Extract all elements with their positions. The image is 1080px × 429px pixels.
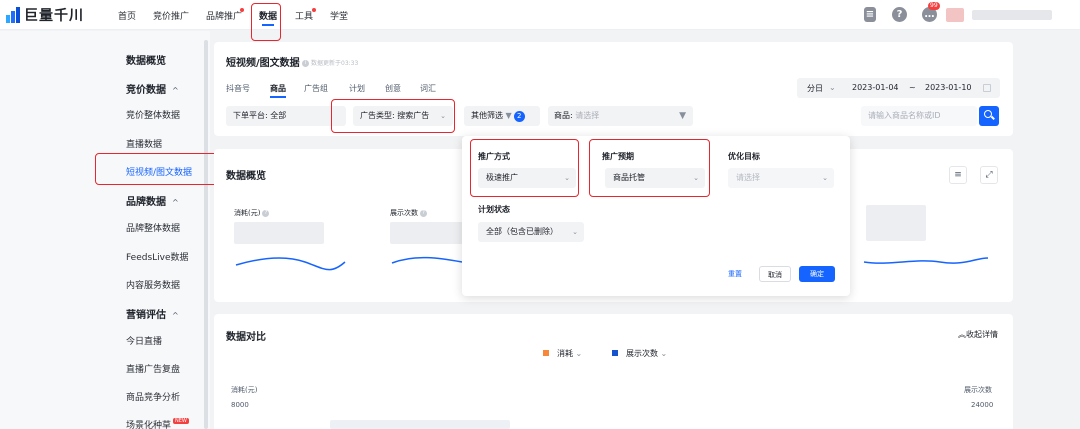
chevron-up-icon: ︽ (958, 330, 966, 339)
cancel-button[interactable]: 取消 (759, 266, 791, 282)
reset-button[interactable]: 重置 (720, 266, 750, 282)
sparkline-impressions (391, 256, 463, 264)
plan-status-select[interactable]: 全部（包含已删除） ⌄ (478, 222, 584, 242)
legend-swatch-impressions (612, 350, 618, 356)
sparkline-hidden (863, 257, 989, 264)
sparkline-cost (235, 257, 346, 271)
collapse-details-button[interactable]: ︽收起详情 (958, 329, 998, 340)
plan-status-label: 计划状态 (478, 205, 510, 214)
legend-cost[interactable]: 消耗 ⌄ (543, 348, 582, 359)
chevron-down-icon: ⌄ (575, 349, 583, 358)
confirm-button[interactable]: 确定 (799, 266, 835, 282)
chart-area-hidden (330, 420, 510, 429)
chevron-down-icon: ⌄ (822, 174, 828, 182)
left-axis-label: 消耗(元) (231, 386, 258, 394)
legend-impressions[interactable]: 展示次数 ⌄ (612, 348, 667, 359)
right-axis-top-value: 24000 (971, 401, 994, 409)
compare-title: 数据对比 (226, 332, 266, 343)
legend-swatch-cost (543, 350, 549, 356)
highlight-promo-expect (589, 139, 710, 197)
left-axis-top-value: 8000 (231, 401, 249, 409)
optimize-goal-label: 优化目标 (728, 152, 760, 161)
right-axis-label: 展示次数 (964, 386, 992, 394)
compare-card (214, 314, 1013, 429)
chevron-down-icon: ⌄ (660, 349, 668, 358)
highlight-promo-method (470, 139, 579, 197)
chevron-down-icon: ⌄ (572, 228, 578, 236)
optimize-goal-select[interactable]: 请选择 ⌄ (728, 168, 834, 188)
